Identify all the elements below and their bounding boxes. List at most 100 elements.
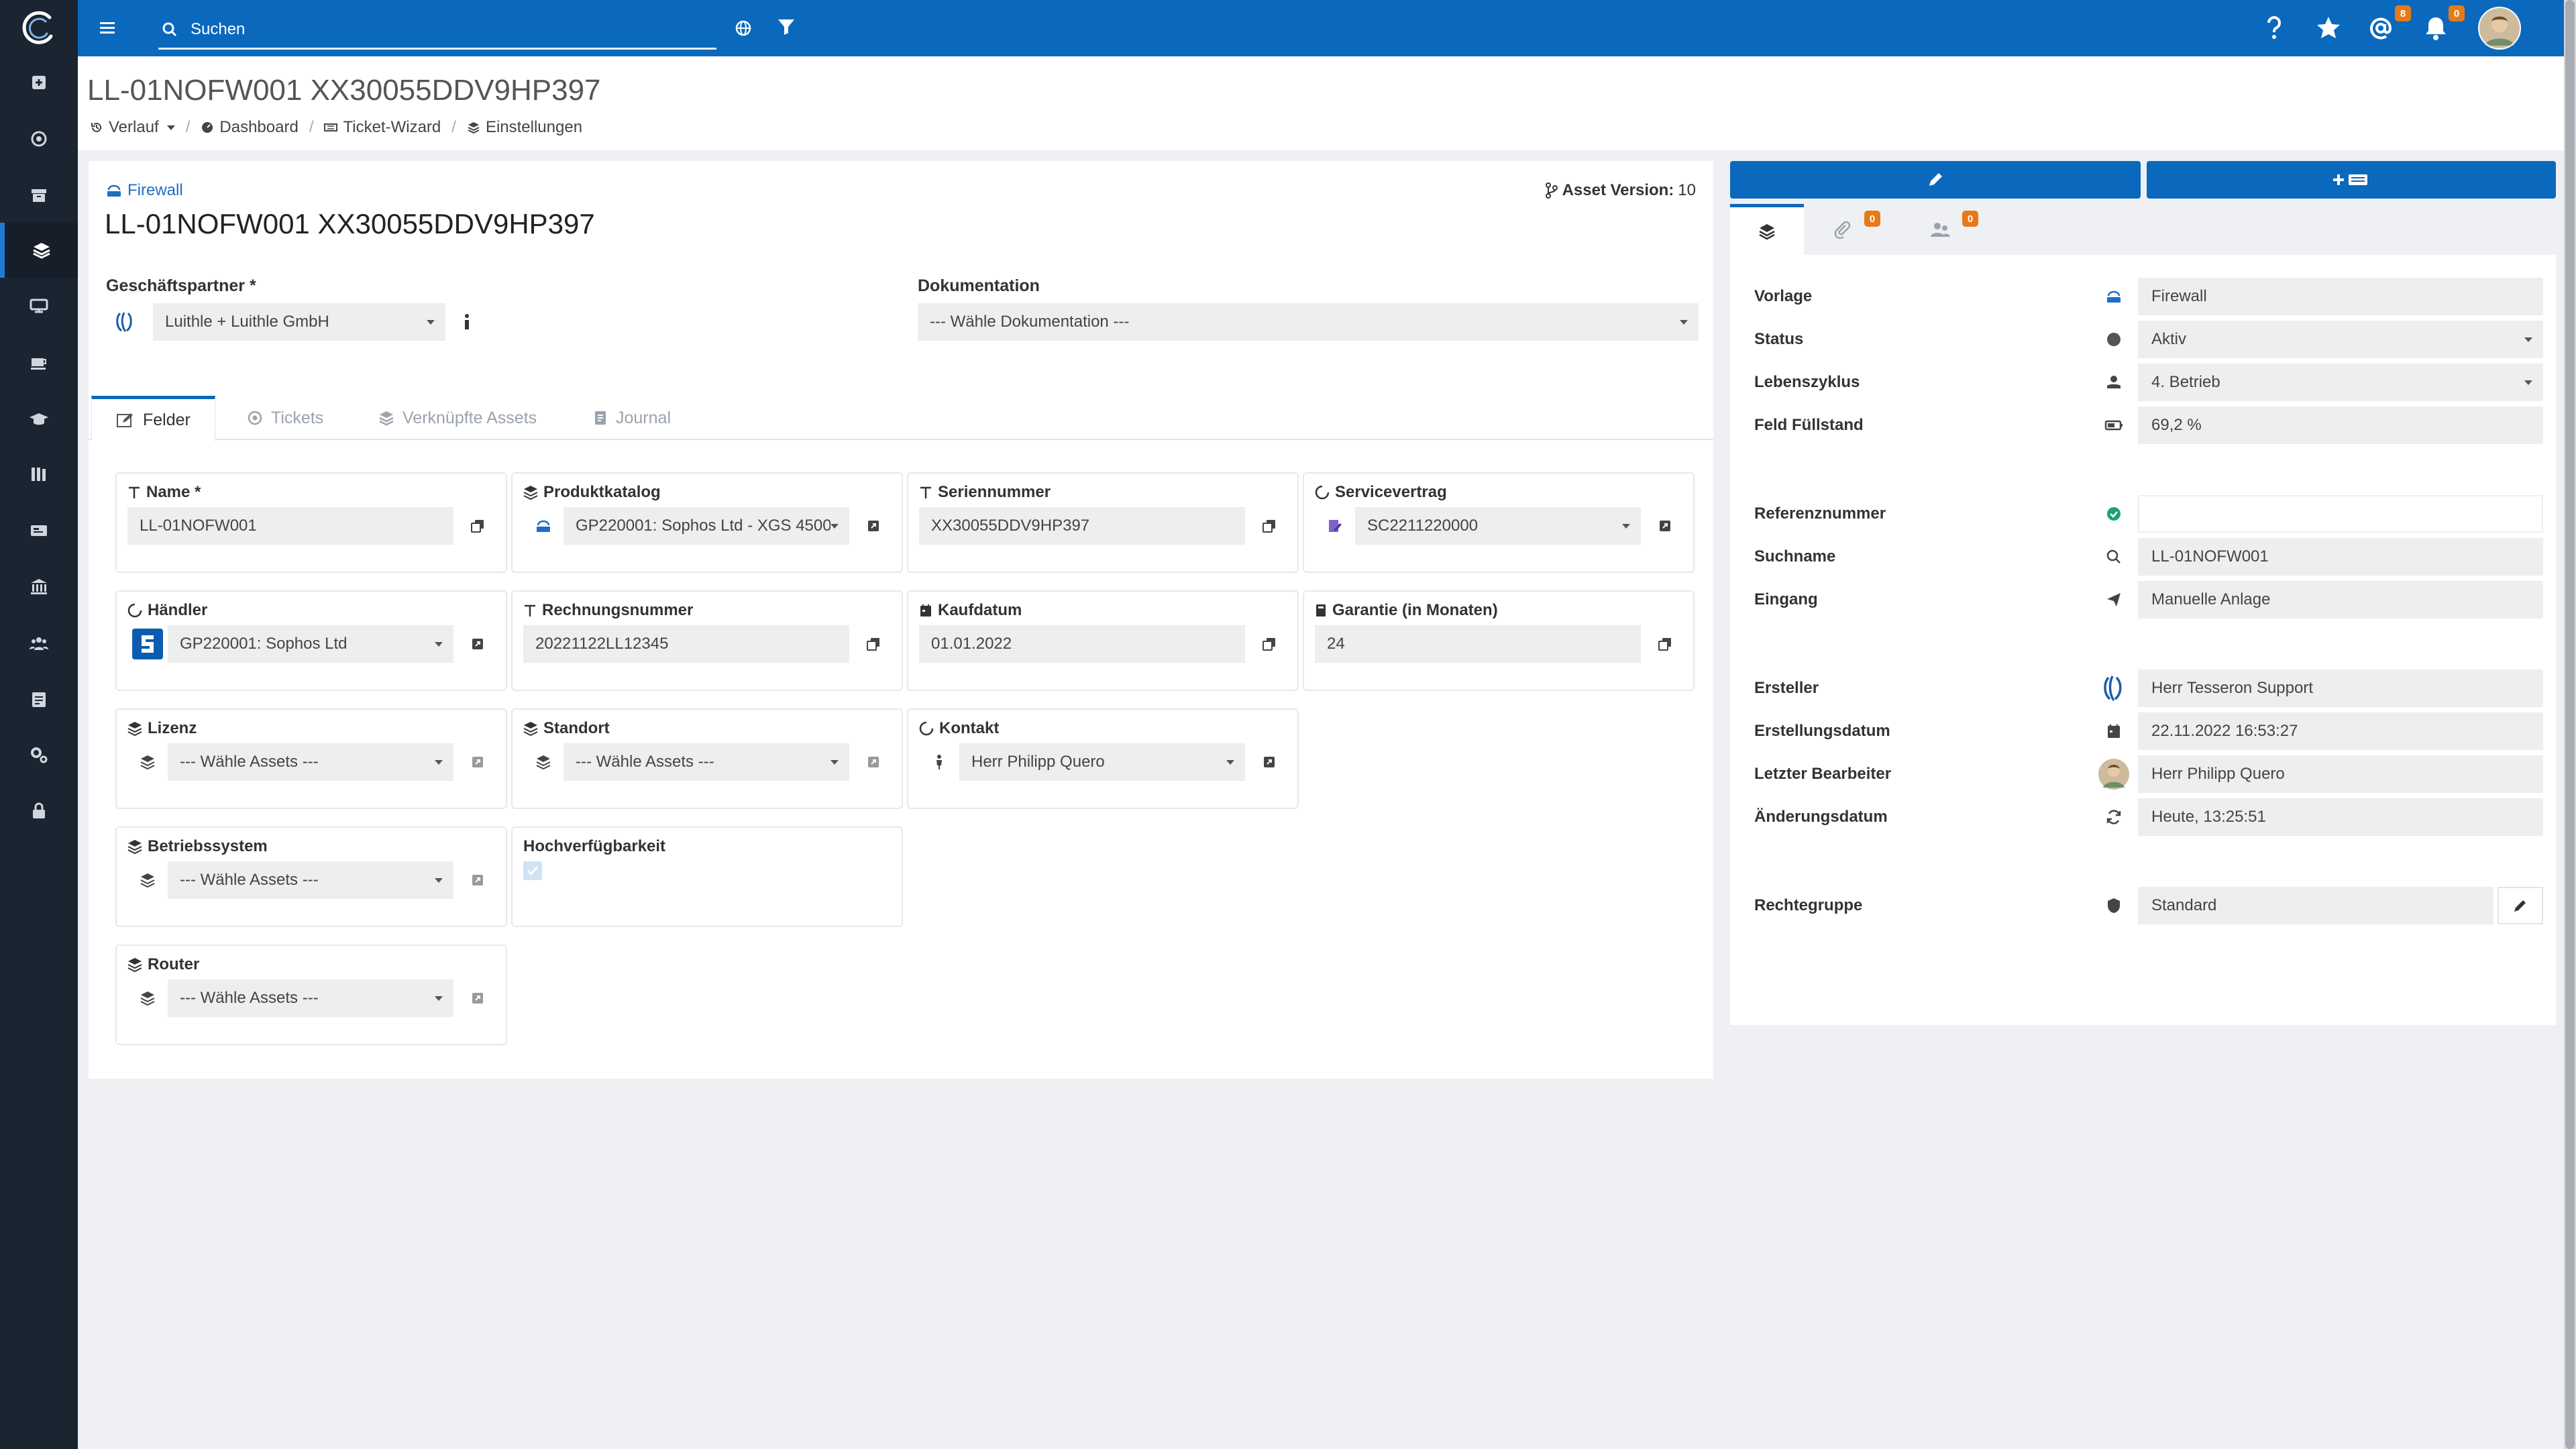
- hochverfuegbarkeit-checkbox[interactable]: [523, 861, 542, 880]
- rechnungsnummer-input[interactable]: 20221122LL12345: [523, 625, 849, 663]
- field-standort: Standort --- Wähle Assets ---: [511, 708, 903, 809]
- breadcrumb-settings-label: Einstellungen: [485, 118, 583, 136]
- copy-button[interactable]: [855, 625, 892, 663]
- sidebar-education-icon[interactable]: [0, 392, 78, 447]
- app-logo[interactable]: [20, 9, 58, 47]
- sidebar-assets-icon[interactable]: [0, 223, 78, 278]
- breadcrumb-dashboard[interactable]: Dashboard: [201, 118, 299, 137]
- sidebar-network-icon[interactable]: [0, 279, 78, 334]
- mentions-icon[interactable]: [2364, 12, 2398, 44]
- user-avatar[interactable]: [2478, 7, 2521, 50]
- open-link-button[interactable]: [459, 979, 496, 1017]
- router-select[interactable]: --- Wähle Assets ---: [127, 979, 453, 1017]
- layers-icon: [127, 958, 142, 972]
- prop-value-text: LL-01NOFW001: [2151, 547, 2269, 566]
- sidebar-library-icon[interactable]: [0, 447, 78, 502]
- field-label-text: Kaufdatum: [938, 601, 1022, 619]
- globe-icon[interactable]: [730, 16, 757, 40]
- prop-vorlage: Vorlage Firewall: [1730, 278, 2556, 315]
- copy-button[interactable]: [1250, 507, 1288, 545]
- search-bar[interactable]: [158, 11, 716, 50]
- tab-journal[interactable]: Journal: [593, 396, 671, 440]
- copy-button[interactable]: [459, 507, 496, 545]
- lizenz-select[interactable]: --- Wähle Assets ---: [127, 743, 453, 781]
- lebenszyklus-select[interactable]: 4. Betrieb: [2138, 364, 2543, 401]
- asset-type-link[interactable]: Firewall: [106, 181, 183, 200]
- betriebssystem-select[interactable]: --- Wähle Assets ---: [127, 861, 453, 899]
- open-link-button[interactable]: [855, 507, 892, 545]
- kontakt-select[interactable]: Herr Philipp Quero: [919, 743, 1245, 781]
- tab-tickets[interactable]: Tickets: [247, 396, 323, 440]
- field-label-text: Name *: [146, 483, 201, 501]
- notifications-bell-icon[interactable]: [2419, 12, 2453, 44]
- kaufdatum-input[interactable]: 01.01.2022: [919, 625, 1245, 663]
- open-link-button[interactable]: [459, 861, 496, 899]
- partner-info-button[interactable]: [448, 303, 486, 341]
- sidebar-archive-icon[interactable]: [0, 168, 78, 223]
- tab-linked-assets[interactable]: Verknüpfte Assets: [378, 396, 537, 440]
- status-select[interactable]: Aktiv: [2138, 321, 2543, 358]
- tab-felder[interactable]: Felder: [91, 396, 215, 441]
- sidebar-users-icon[interactable]: [0, 616, 78, 671]
- seriennummer-input[interactable]: XX30055DDV9HP397: [919, 507, 1245, 545]
- copy-icon: [867, 638, 879, 651]
- text-type-icon: [920, 486, 931, 498]
- field-router-label: Router: [127, 955, 199, 974]
- prop-value-text: Herr Tesseron Support: [2151, 679, 2314, 697]
- filter-icon[interactable]: [773, 13, 800, 40]
- haendler-select[interactable]: GP220001: Sophos Ltd: [127, 625, 453, 663]
- servicevertrag-select[interactable]: SC2211220000: [1315, 507, 1641, 545]
- info-icon: [465, 314, 469, 329]
- check-circle-icon: [2095, 495, 2133, 533]
- search-input[interactable]: [191, 19, 660, 39]
- edit-rechtegruppe-button[interactable]: [2498, 887, 2543, 924]
- garantie-value: 24: [1327, 635, 1345, 653]
- layers-icon: [127, 979, 168, 1017]
- open-link-button[interactable]: [855, 743, 892, 781]
- favorites-star-icon[interactable]: [2312, 12, 2345, 44]
- copy-button[interactable]: [1646, 625, 1684, 663]
- menu-icon[interactable]: [95, 15, 122, 42]
- eingang-value: Manuelle Anlage: [2138, 581, 2543, 619]
- sidebar-bank-icon[interactable]: [0, 559, 78, 614]
- sidebar-billing-icon[interactable]: [0, 503, 78, 558]
- sidebar-tickets-icon[interactable]: [0, 111, 78, 166]
- open-link-button[interactable]: [1646, 507, 1684, 545]
- copy-button[interactable]: [1250, 625, 1288, 663]
- prop-status: Status Aktiv: [1730, 321, 2556, 358]
- panel-tab-details[interactable]: [1730, 204, 1804, 255]
- open-link-button[interactable]: [1250, 743, 1288, 781]
- breadcrumb-history[interactable]: Verlauf: [90, 118, 175, 137]
- field-label-text: Garantie (in Monaten): [1332, 601, 1498, 619]
- breadcrumb-ticket-wizard[interactable]: Ticket-Wizard: [324, 118, 441, 137]
- produktkatalog-select[interactable]: GP220001: Sophos Ltd - XGS 4500: [523, 507, 849, 545]
- loading-spinner-icon: [1315, 485, 1330, 500]
- breadcrumb-settings[interactable]: Einstellungen: [467, 118, 582, 137]
- referenznummer-input[interactable]: [2138, 495, 2543, 533]
- prop-referenznummer: Referenznummer: [1730, 495, 2556, 533]
- sidebar-settings-icon[interactable]: [0, 727, 78, 782]
- field-garantie-label: Garantie (in Monaten): [1315, 601, 1498, 620]
- sidebar-coffee-icon[interactable]: [0, 335, 78, 390]
- prop-value-text: 22.11.2022 16:53:27: [2151, 722, 2298, 740]
- add-ticket-button[interactable]: [2147, 161, 2556, 199]
- name-input[interactable]: LL-01NOFW001: [127, 507, 453, 545]
- open-link-button[interactable]: [459, 743, 496, 781]
- chevron-down-icon: [1680, 319, 1688, 325]
- betriebssystem-value: --- Wähle Assets ---: [180, 871, 319, 889]
- sidebar-new-icon[interactable]: [0, 55, 78, 110]
- partner-select[interactable]: Luithle + Luithle GmbH: [153, 303, 445, 341]
- sidebar-lock-icon[interactable]: [0, 784, 78, 839]
- prop-value-text: 69,2 %: [2151, 416, 2202, 434]
- breadcrumb: Verlauf / Dashboard / Ticket-Wizard / Ei…: [90, 118, 582, 137]
- sidebar-reports-icon[interactable]: [0, 672, 78, 727]
- documentation-select[interactable]: --- Wähle Dokumentation ---: [918, 303, 1699, 341]
- garantie-input[interactable]: 24: [1315, 625, 1641, 663]
- open-link-button[interactable]: [459, 625, 496, 663]
- help-icon[interactable]: [2259, 12, 2289, 44]
- edit-asset-button[interactable]: [1730, 161, 2141, 199]
- standort-select[interactable]: --- Wähle Assets ---: [523, 743, 849, 781]
- external-link-icon: [868, 521, 879, 531]
- layers-icon: [127, 722, 142, 736]
- scrollbar-thumb[interactable]: [2565, 0, 2575, 1449]
